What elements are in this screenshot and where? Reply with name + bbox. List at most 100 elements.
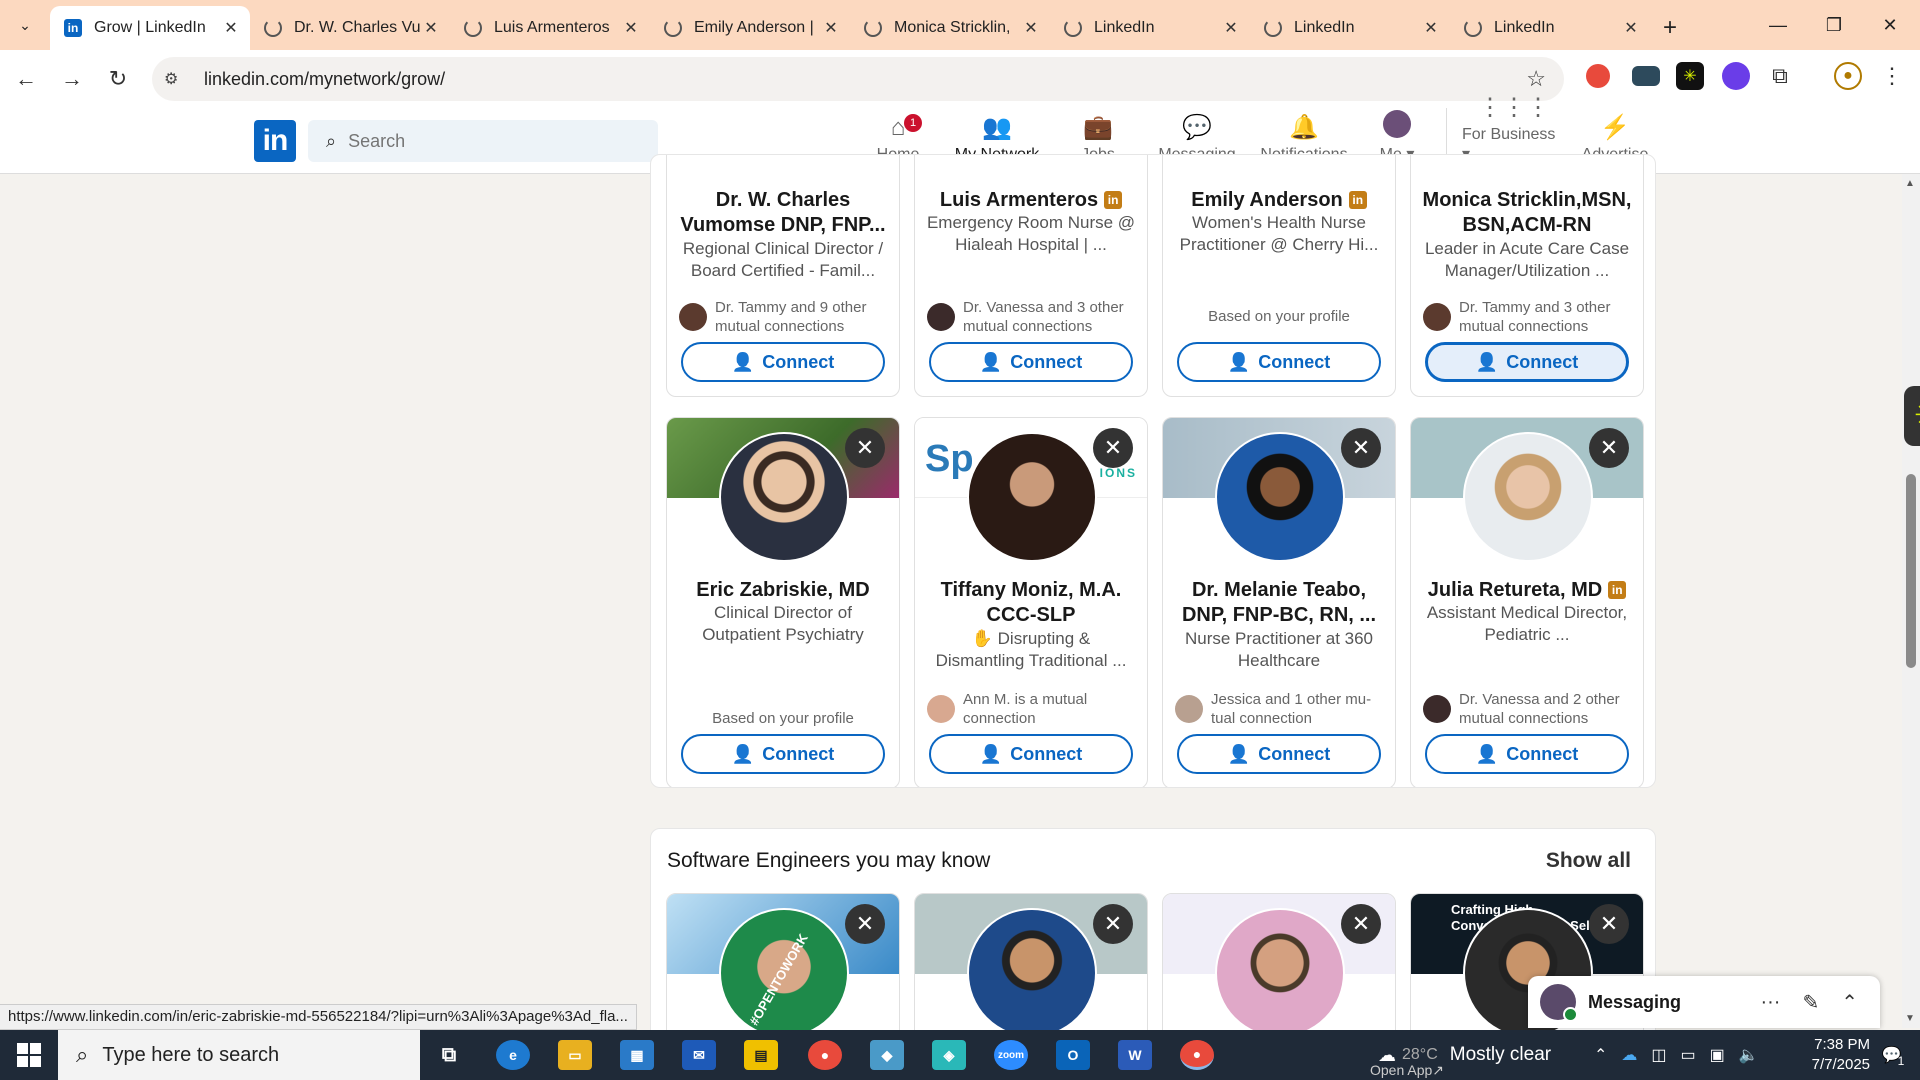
page-scrollbar[interactable]: ▲ ▼ bbox=[1902, 174, 1920, 1028]
new-tab-button[interactable]: + bbox=[1650, 6, 1690, 50]
menu-icon[interactable]: ⋮ bbox=[1878, 62, 1906, 90]
connect-button[interactable]: 👤 Connect bbox=[929, 342, 1133, 382]
close-window-button[interactable]: ✕ bbox=[1862, 0, 1918, 50]
side-widget[interactable]: ✳ bbox=[1904, 386, 1920, 446]
avatar[interactable] bbox=[1215, 908, 1345, 1038]
connect-button[interactable]: 👤 Connect bbox=[681, 734, 885, 774]
dismiss-button[interactable]: ✕ bbox=[1589, 428, 1629, 468]
search-box[interactable]: ⌕ bbox=[308, 120, 658, 162]
person-card[interactable]: ✕ bbox=[1162, 893, 1396, 1047]
person-name[interactable]: Eric Zabriskie, MD bbox=[675, 578, 891, 603]
avatar[interactable] bbox=[1215, 432, 1345, 562]
site-info-icon[interactable]: ⚙ bbox=[164, 69, 194, 89]
restore-button[interactable]: ❐ bbox=[1806, 0, 1862, 50]
person-name[interactable]: Dr. Melanie Teabo, DNP, FNP-BC, RN, ... bbox=[1171, 578, 1387, 628]
start-button[interactable] bbox=[0, 1030, 58, 1080]
close-icon[interactable]: ✕ bbox=[222, 18, 240, 38]
dismiss-button[interactable]: ✕ bbox=[1589, 904, 1629, 944]
avatar[interactable]: #OPENTOWORK bbox=[719, 908, 849, 1038]
meet-icon[interactable]: ◫ bbox=[1651, 1045, 1666, 1065]
onedrive-icon[interactable]: ☁ bbox=[1621, 1045, 1637, 1065]
address-bar[interactable]: ⚙ linkedin.com/mynetwork/grow/ ☆ bbox=[152, 57, 1564, 101]
connect-button[interactable]: 👤 Connect bbox=[681, 342, 885, 382]
messaging-label[interactable]: Messaging bbox=[1588, 992, 1760, 1013]
close-icon[interactable]: ✕ bbox=[1022, 18, 1040, 38]
avatar[interactable] bbox=[967, 432, 1097, 562]
profile-icon[interactable]: ● bbox=[1834, 62, 1862, 90]
edge-icon[interactable]: e bbox=[496, 1040, 530, 1070]
person-name[interactable]: Julia Retureta, MD in bbox=[1419, 578, 1635, 603]
dismiss-button[interactable]: ✕ bbox=[1341, 428, 1381, 468]
url-text[interactable]: linkedin.com/mynetwork/grow/ bbox=[204, 69, 445, 90]
person-card[interactable]: Sp IONS ✕ Tiffany Moniz, M.A. CCC-SLP ✋ D… bbox=[914, 417, 1148, 787]
avatar[interactable] bbox=[967, 908, 1097, 1038]
battery-icon[interactable]: ▭ bbox=[1681, 1045, 1696, 1065]
person-name[interactable]: Dr. W. Charles Vumomse DNP, FNP... bbox=[675, 188, 891, 238]
person-card[interactable]: Dr. W. Charles Vumomse DNP, FNP... Regio… bbox=[666, 155, 900, 397]
person-name[interactable]: Luis Armenteros in bbox=[923, 188, 1139, 213]
person-name[interactable]: Tiffany Moniz, M.A. CCC-SLP bbox=[923, 578, 1139, 628]
dismiss-button[interactable]: ✕ bbox=[1093, 428, 1133, 468]
show-all-link[interactable]: Show all bbox=[1546, 849, 1631, 873]
close-icon[interactable]: ✕ bbox=[1222, 18, 1240, 38]
person-card[interactable]: ✕ bbox=[914, 893, 1148, 1047]
close-icon[interactable]: ✕ bbox=[822, 18, 840, 38]
open-app-label[interactable]: Open App ↗ bbox=[1370, 1060, 1444, 1080]
person-card[interactable]: Monica Stricklin,MSN, BSN,ACM-RN Leader … bbox=[1410, 155, 1644, 397]
network-icon[interactable]: ▣ bbox=[1710, 1045, 1725, 1065]
search-input[interactable] bbox=[348, 130, 629, 152]
person-card[interactable]: ✕ Eric Zabriskie, MD Clinical Director o… bbox=[666, 417, 900, 787]
connect-button[interactable]: 👤 Connect bbox=[1177, 734, 1381, 774]
volume-icon[interactable]: 🔈 bbox=[1739, 1045, 1759, 1065]
person-card[interactable]: ✕ Dr. Melanie Teabo, DNP, FNP-BC, RN, ..… bbox=[1162, 417, 1396, 787]
avatar[interactable] bbox=[1463, 432, 1593, 562]
chrome-icon[interactable]: ● bbox=[1180, 1040, 1214, 1070]
file-explorer-icon[interactable]: ▭ bbox=[558, 1040, 592, 1070]
dismiss-button[interactable]: ✕ bbox=[1341, 904, 1381, 944]
tab-search-button[interactable]: ⌄ bbox=[0, 0, 50, 50]
notification-center[interactable]: 💬 1 bbox=[1866, 1030, 1920, 1080]
close-icon[interactable]: ✕ bbox=[1622, 18, 1640, 38]
browser-tab[interactable]: Monica Stricklin, ✕ bbox=[850, 6, 1050, 50]
minimize-button[interactable]: — bbox=[1750, 0, 1806, 50]
clock[interactable]: 7:38 PM 7/7/2025 bbox=[1810, 1030, 1870, 1080]
extension-icon[interactable]: ✳ bbox=[1676, 62, 1704, 90]
reload-button[interactable]: ↻ bbox=[98, 59, 138, 99]
browser-tab[interactable]: Luis Armenteros ✕ bbox=[450, 6, 650, 50]
browser-tab[interactable]: in Grow | LinkedIn ✕ bbox=[50, 6, 250, 50]
sticky-notes-icon[interactable]: ▤ bbox=[744, 1040, 778, 1070]
person-card[interactable]: #OPENTOWORK ✕ bbox=[666, 893, 900, 1047]
word-icon[interactable]: W bbox=[1118, 1040, 1152, 1070]
close-icon[interactable]: ✕ bbox=[622, 18, 640, 38]
person-name[interactable]: Monica Stricklin,MSN, BSN,ACM-RN bbox=[1419, 188, 1635, 238]
browser-tab[interactable]: Dr. W. Charles Vu ✕ bbox=[250, 6, 450, 50]
person-card[interactable]: Luis Armenteros in Emergency Room Nurse @… bbox=[914, 155, 1148, 397]
task-view-icon[interactable]: ⧉ bbox=[432, 1040, 466, 1070]
dismiss-button[interactable]: ✕ bbox=[845, 904, 885, 944]
zoom-icon[interactable]: zoom bbox=[994, 1040, 1028, 1070]
compose-icon[interactable]: ✎ bbox=[1802, 990, 1819, 1015]
outlook-icon[interactable]: O bbox=[1056, 1040, 1090, 1070]
app-icon[interactable]: ◆ bbox=[870, 1040, 904, 1070]
browser-tab[interactable]: LinkedIn ✕ bbox=[1250, 6, 1450, 50]
extension-icon[interactable] bbox=[1722, 62, 1750, 90]
chevron-up-icon[interactable]: ⌃ bbox=[1594, 1045, 1607, 1065]
dismiss-button[interactable]: ✕ bbox=[1093, 904, 1133, 944]
person-card[interactable]: ✕ Julia Retureta, MD in Assistant Medical… bbox=[1410, 417, 1644, 787]
avatar[interactable] bbox=[719, 432, 849, 562]
connect-button[interactable]: 👤 Connect bbox=[1177, 342, 1381, 382]
browser-tab[interactable]: LinkedIn ✕ bbox=[1450, 6, 1650, 50]
linkedin-logo[interactable]: in bbox=[254, 120, 296, 162]
chrome-icon[interactable]: ● bbox=[808, 1040, 842, 1070]
connect-button[interactable]: 👤 Connect bbox=[1425, 342, 1629, 382]
browser-tab[interactable]: Emily Anderson | ✕ bbox=[650, 6, 850, 50]
connect-button[interactable]: 👤 Connect bbox=[929, 734, 1133, 774]
mail-icon[interactable]: ✉ bbox=[682, 1040, 716, 1070]
connect-button[interactable]: 👤 Connect bbox=[1425, 734, 1629, 774]
close-icon[interactable]: ✕ bbox=[422, 18, 440, 38]
more-icon[interactable]: ··· bbox=[1760, 991, 1780, 1014]
messaging-bar[interactable]: Messaging ··· ✎ ⌃ bbox=[1528, 976, 1880, 1028]
scrollbar-thumb[interactable] bbox=[1906, 474, 1916, 668]
extension-icon[interactable] bbox=[1632, 66, 1660, 86]
store-icon[interactable]: ▦ bbox=[620, 1040, 654, 1070]
